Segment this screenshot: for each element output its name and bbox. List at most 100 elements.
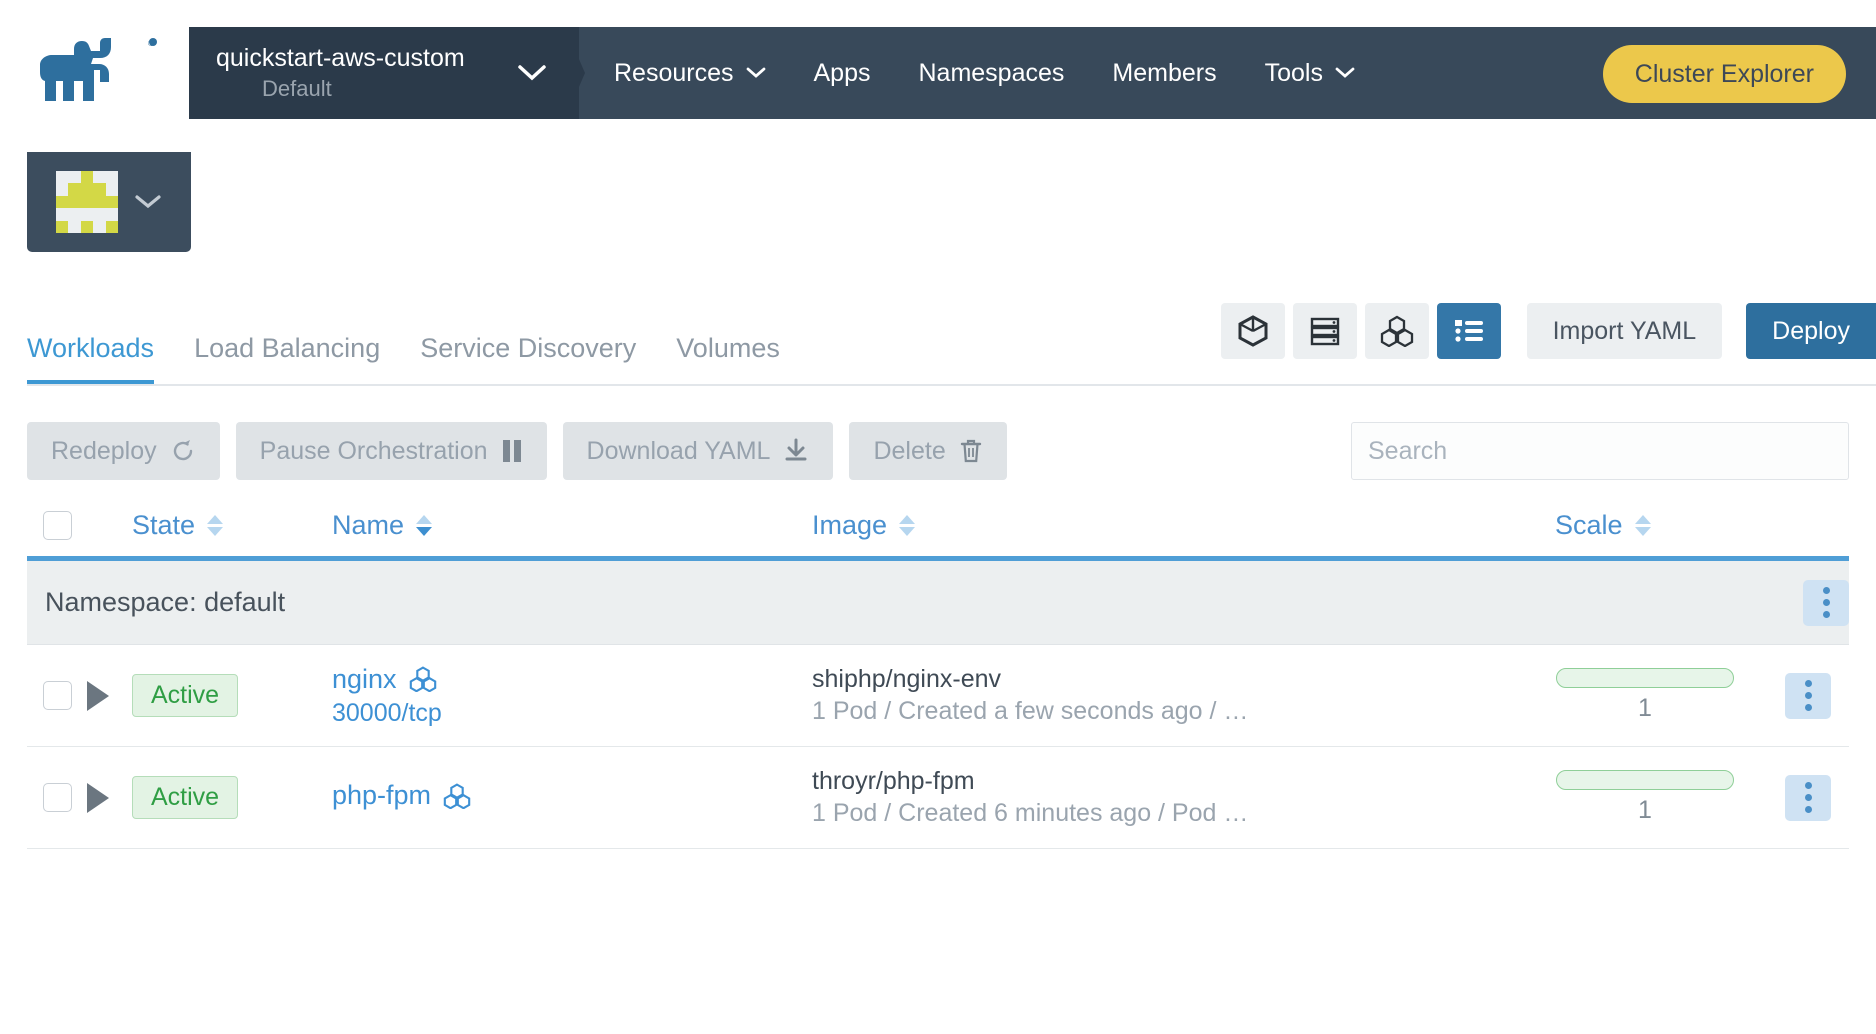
row-checkbox[interactable] bbox=[43, 681, 72, 710]
cluster-name: quickstart-aws-custom bbox=[216, 43, 465, 72]
button-label: Download YAML bbox=[586, 436, 771, 465]
table-header-row: State Name Image Scale bbox=[27, 495, 1849, 561]
cube-group-icon bbox=[443, 782, 471, 809]
cube-icon bbox=[1238, 315, 1268, 347]
row-actions-button[interactable] bbox=[1785, 774, 1831, 821]
rancher-cow-logo[interactable]: ® bbox=[36, 37, 158, 103]
trash-icon bbox=[960, 439, 981, 463]
tabs-divider bbox=[27, 384, 1876, 386]
button-label: Pause Orchestration bbox=[259, 436, 488, 465]
status-badge: Active bbox=[132, 674, 239, 717]
workload-port-link[interactable]: 30000/tcp bbox=[332, 699, 812, 728]
pause-icon bbox=[502, 440, 521, 462]
expand-row-icon[interactable] bbox=[87, 782, 109, 813]
cluster-selector[interactable]: quickstart-aws-custom Default bbox=[189, 27, 579, 119]
scale-value: 1 bbox=[1638, 694, 1652, 722]
view-toggle-list-view-icon[interactable] bbox=[1436, 303, 1501, 359]
tab-volumes[interactable]: Volumes bbox=[656, 333, 800, 386]
button-label: Redeploy bbox=[51, 436, 157, 465]
column-label: State bbox=[132, 510, 196, 540]
sort-toggle-state[interactable] bbox=[207, 515, 224, 536]
select-all-cell bbox=[27, 511, 87, 540]
row-name-cell: php-fpm bbox=[332, 780, 812, 815]
row-scale-cell: 1 bbox=[1555, 770, 1785, 825]
row-state-cell: Active bbox=[132, 776, 332, 819]
nav-item-namespaces[interactable]: Namespaces bbox=[894, 27, 1088, 119]
nav-item-label: Namespaces bbox=[918, 58, 1065, 87]
nav-item-members[interactable]: Members bbox=[1088, 27, 1240, 119]
nav-item-label: Apps bbox=[813, 58, 871, 87]
select-all-checkbox[interactable] bbox=[43, 511, 72, 540]
cube-group-icon bbox=[1380, 315, 1413, 347]
sort-toggle-image[interactable] bbox=[899, 515, 916, 536]
image-detail: 1 Pod / Created a few seconds ago / Pod … bbox=[812, 697, 1252, 725]
row-name-cell: nginx 30000/tcp bbox=[332, 664, 812, 728]
cluster-selector-arrow bbox=[565, 27, 585, 119]
expand-row-icon[interactable] bbox=[87, 680, 109, 711]
row-menu-cell bbox=[1785, 672, 1849, 719]
import-yaml-button[interactable]: Import YAML bbox=[1526, 303, 1723, 359]
nav-item-tools[interactable]: Tools bbox=[1241, 27, 1379, 119]
status-badge: Active bbox=[132, 776, 239, 819]
nav-item-label: Members bbox=[1112, 58, 1217, 87]
project-selector[interactable] bbox=[27, 152, 191, 252]
sort-toggle-name[interactable] bbox=[416, 515, 433, 536]
column-header-state[interactable]: State bbox=[132, 510, 332, 541]
redeploy-button[interactable]: Redeploy bbox=[27, 422, 220, 480]
view-toggle-group bbox=[1220, 303, 1501, 359]
delete-button[interactable]: Delete bbox=[849, 422, 1007, 480]
image-name: throyr/php-fpm bbox=[812, 767, 975, 795]
chevron-down-icon bbox=[1335, 67, 1355, 78]
table-row[interactable]: Active php-fpm throyr/php-fpm 1 Pod / Cr… bbox=[27, 747, 1849, 849]
server-stack-icon bbox=[1310, 317, 1339, 346]
search-input[interactable] bbox=[1351, 422, 1849, 480]
column-header-scale[interactable]: Scale bbox=[1555, 510, 1785, 541]
button-label: Delete bbox=[873, 436, 946, 465]
tab-load-balancing[interactable]: Load Balancing bbox=[174, 333, 400, 386]
tab-label: Workloads bbox=[27, 333, 155, 363]
row-expand-cell bbox=[87, 680, 132, 711]
cube-group-icon bbox=[409, 666, 436, 692]
nav-item-label: Resources bbox=[614, 58, 734, 87]
row-select-cell bbox=[27, 681, 87, 710]
view-toggle-server-stack-icon[interactable] bbox=[1292, 303, 1357, 359]
workload-name-link[interactable]: nginx bbox=[332, 664, 397, 695]
column-label: Scale bbox=[1555, 510, 1623, 540]
row-select-cell bbox=[27, 783, 87, 812]
cluster-explorer-button[interactable]: Cluster Explorer bbox=[1602, 45, 1846, 103]
row-checkbox[interactable] bbox=[43, 783, 72, 812]
list-view-icon bbox=[1454, 320, 1483, 342]
workload-name-link[interactable]: php-fpm bbox=[332, 780, 431, 811]
sort-toggle-scale[interactable] bbox=[1634, 515, 1651, 536]
column-header-name[interactable]: Name bbox=[332, 510, 812, 541]
redeploy-icon bbox=[173, 440, 192, 461]
row-image-cell: shiphp/nginx-env 1 Pod / Created a few s… bbox=[812, 665, 1555, 726]
download-yaml-button[interactable]: Download YAML bbox=[562, 422, 834, 480]
view-toggle-cube-icon[interactable] bbox=[1220, 303, 1285, 359]
main-nav-items: Resources Apps Namespaces Members Tools bbox=[590, 27, 1379, 119]
nav-item-resources[interactable]: Resources bbox=[590, 27, 790, 119]
row-menu-cell bbox=[1785, 774, 1849, 821]
chevron-down-icon bbox=[518, 65, 546, 81]
scale-bar bbox=[1556, 668, 1734, 688]
download-icon bbox=[785, 438, 807, 461]
tab-workloads[interactable]: Workloads bbox=[27, 333, 174, 386]
column-header-image[interactable]: Image bbox=[812, 510, 1555, 541]
column-label: Image bbox=[812, 510, 888, 540]
table-row[interactable]: Active nginx 30000/tcp shiphp/nginx-env … bbox=[27, 645, 1849, 747]
row-expand-cell bbox=[87, 782, 132, 813]
row-actions-button[interactable] bbox=[1785, 672, 1831, 719]
cluster-project-name: Default bbox=[262, 75, 332, 101]
deploy-button[interactable]: Deploy bbox=[1746, 303, 1876, 359]
pause-orchestration-button[interactable]: Pause Orchestration bbox=[235, 422, 547, 480]
namespace-group-row: Namespace: default bbox=[27, 561, 1849, 645]
nav-item-label: Tools bbox=[1264, 58, 1323, 87]
scale-bar bbox=[1556, 770, 1734, 790]
row-scale-cell: 1 bbox=[1555, 668, 1785, 723]
view-toggle-cube-group-icon[interactable] bbox=[1364, 303, 1429, 359]
row-state-cell: Active bbox=[132, 674, 332, 717]
column-label: Name bbox=[332, 510, 405, 540]
namespace-group-actions-button[interactable] bbox=[1803, 579, 1849, 626]
nav-item-apps[interactable]: Apps bbox=[790, 27, 895, 119]
tab-service-discovery[interactable]: Service Discovery bbox=[400, 333, 656, 386]
